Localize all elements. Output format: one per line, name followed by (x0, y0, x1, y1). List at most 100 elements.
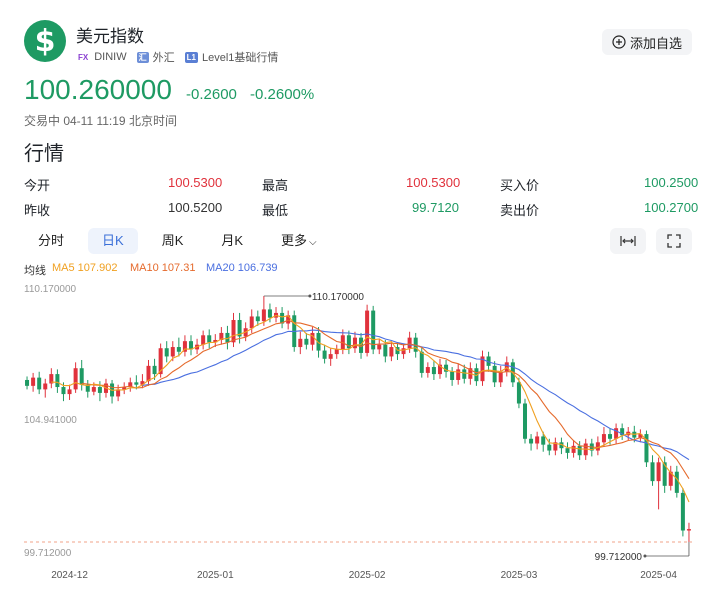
candle (504, 362, 509, 372)
level-label: Level1基础行情 (201, 52, 279, 64)
chevron-down-icon: ⌵ (309, 237, 317, 248)
period-tabs: 分时 日K 周K 月K 更多 ⌵ (24, 228, 331, 254)
last-price: 100.260000 (24, 74, 172, 105)
candle (97, 387, 102, 393)
candle (134, 382, 139, 385)
candle (334, 349, 339, 355)
ma20-value: MA20 106.739 (206, 262, 278, 274)
tab-daily-k[interactable]: 日K (88, 228, 138, 254)
high-label: 最高 (262, 178, 289, 193)
candle (547, 444, 552, 451)
price-change-percent: -0.2600% (250, 86, 315, 103)
x-tick-label: 2025-02 (349, 570, 386, 581)
open-value: 100.5300 (168, 175, 223, 190)
candle (571, 445, 576, 453)
candle (456, 369, 461, 380)
bid-value: 100.2500 (644, 175, 699, 190)
ma10-value: MA10 107.31 (130, 262, 196, 274)
instrument-name: 美元指数 (76, 27, 144, 46)
candle (492, 365, 497, 383)
low-value: 99.7120 (412, 200, 459, 215)
prev-close-value: 100.5200 (168, 200, 223, 215)
candle (608, 434, 613, 439)
candle (146, 365, 151, 382)
x-tick-label: 2025-04 (640, 570, 677, 581)
tab-more-label: 更多 (281, 233, 308, 248)
plus-circle-icon (612, 35, 626, 49)
x-tick-label: 2025-01 (197, 570, 234, 581)
candle (516, 382, 521, 404)
add-watchlist-button[interactable]: 添加自选 (602, 29, 692, 55)
fit-width-button[interactable] (610, 228, 646, 254)
expand-horizontal-icon (620, 236, 636, 246)
candle (680, 492, 685, 531)
y-tick-label: 110.170000 (24, 284, 77, 295)
dollar-logo-icon: $ (24, 20, 66, 62)
candle (261, 309, 266, 322)
candle (207, 335, 212, 343)
prev-close-label: 昨收 (24, 203, 51, 218)
candle (371, 310, 376, 350)
candlestick-chart[interactable]: 110.170000 104.941000 99.712000 110.170000 9… (0, 280, 706, 598)
tab-more[interactable]: 更多 ⌵ (267, 228, 331, 254)
candle (170, 347, 175, 357)
ma5-value: MA5 107.902 (52, 262, 118, 274)
candle (425, 367, 430, 373)
tab-monthly-k[interactable]: 月K (207, 228, 257, 254)
level-tag: L1 (184, 51, 198, 63)
candle (674, 471, 679, 493)
candle (304, 338, 309, 345)
candle (176, 347, 181, 352)
candle (650, 462, 655, 482)
candle (37, 377, 42, 390)
fullscreen-icon (667, 234, 681, 248)
fullscreen-button[interactable] (656, 228, 692, 254)
instrument-meta: FX DINIW 汇 外汇 L1 Level1基础行情 (76, 49, 278, 65)
tab-weekly-k[interactable]: 周K (148, 228, 198, 254)
candle (498, 371, 503, 383)
y-tick-label: 104.941000 (24, 415, 77, 426)
candle (25, 379, 30, 386)
add-watchlist-label: 添加自选 (629, 35, 682, 51)
candle (55, 374, 60, 388)
ask-label: 卖出价 (500, 203, 540, 218)
forex-tag-icon: 汇 (136, 51, 149, 63)
high-value: 100.5300 (406, 175, 461, 190)
candle (61, 387, 66, 395)
candle (377, 344, 382, 350)
candle (152, 365, 157, 375)
candle (407, 337, 412, 349)
candle (656, 462, 661, 482)
trading-status: 交易中 04-11 11:19 北京时间 (24, 114, 177, 128)
bid-label: 买入价 (500, 178, 540, 193)
candle (450, 371, 455, 380)
candle (541, 436, 546, 445)
candle (164, 348, 169, 357)
y-tick-label: 99.712000 (24, 548, 72, 559)
high-annotation-label: 110.170000 (312, 292, 365, 303)
candle (365, 310, 370, 353)
candle (577, 445, 582, 456)
candle (686, 529, 691, 531)
candle (310, 332, 315, 345)
candle (328, 354, 333, 359)
candle (322, 350, 327, 359)
candle (383, 344, 388, 357)
candle (267, 309, 272, 318)
candle (419, 351, 424, 373)
candle (401, 348, 406, 355)
candle (67, 389, 72, 395)
x-tick-label: 2025-03 (501, 570, 538, 581)
candle (522, 403, 528, 439)
exchange-tag: FX (78, 52, 89, 62)
candle (389, 347, 394, 357)
tab-intraday[interactable]: 分时 (24, 228, 78, 254)
candle (535, 436, 540, 444)
candle (79, 368, 84, 385)
ma-legend-label: 均线 (24, 265, 46, 277)
low-label: 最低 (262, 203, 289, 218)
candle (43, 383, 48, 390)
section-title: 行情 (24, 143, 64, 165)
candle (298, 338, 303, 348)
candle (249, 316, 254, 329)
